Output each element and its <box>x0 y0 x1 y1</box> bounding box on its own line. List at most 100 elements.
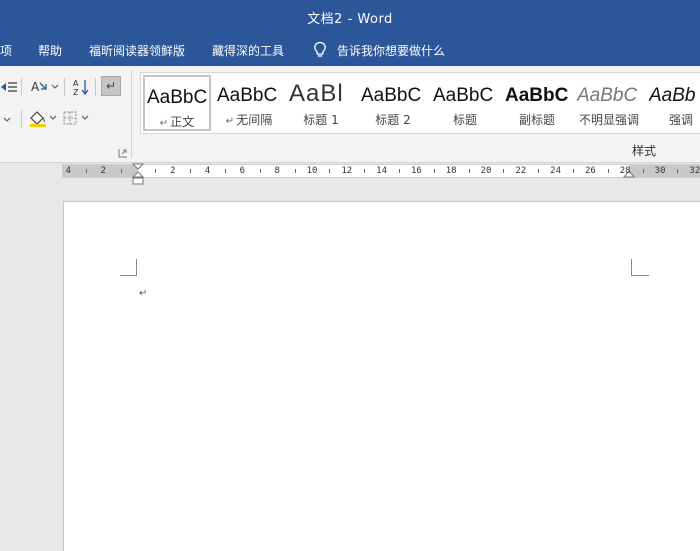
paragraph-mark[interactable]: ↵ <box>139 288 147 299</box>
crop-mark-top-right <box>631 259 649 276</box>
style-name: 标题 <box>452 113 477 127</box>
ruler-label: 4 <box>204 166 211 176</box>
tell-me-text: 告诉我你想要做什么 <box>337 43 446 58</box>
style-title[interactable]: AaBbC 标题 <box>431 75 499 131</box>
ruler-tick <box>468 169 470 173</box>
ruler-label: 18 <box>445 166 457 176</box>
style-name: 无间隔 <box>236 113 273 127</box>
style-emphasis[interactable]: AaBb 强调 <box>647 75 700 131</box>
tab-help[interactable]: 帮助 <box>38 42 62 59</box>
align-button[interactable] <box>0 108 14 130</box>
workspace-left <box>0 185 63 550</box>
line-spacing-icon <box>1 82 17 92</box>
ruler-area: 4 2 2 4 6 8 10 12 14 16 18 20 22 24 26 28 30 32 <box>0 163 700 185</box>
ruler-tick <box>364 169 366 173</box>
ruler-tick <box>120 169 122 173</box>
window-title: 文档2 - Word <box>307 12 393 27</box>
svg-text:A: A <box>31 80 40 94</box>
style-name: 标题 1 <box>303 113 339 127</box>
borders-button[interactable] <box>62 107 94 129</box>
tell-me-box[interactable]: 告诉我你想要做什么 <box>313 40 445 60</box>
ruler-tick <box>85 169 87 173</box>
style-preview: AaBl <box>289 80 344 106</box>
ruler-label: 24 <box>550 166 562 176</box>
ruler-label: 26 <box>584 166 596 176</box>
ruler-label: 16 <box>410 166 422 176</box>
style-heading-1[interactable]: AaBl 标题 1 <box>287 75 355 131</box>
styles-group-label: 样式 <box>632 144 657 158</box>
ruler-label: 22 <box>515 166 527 176</box>
style-preview: AaBbC <box>505 85 569 106</box>
ruler-tick <box>503 169 505 173</box>
style-preview: AaBb <box>649 85 696 106</box>
style-preview: AaBbC <box>577 85 638 106</box>
text-direction-icon: A <box>31 80 58 94</box>
borders-icon <box>63 111 89 125</box>
ruler-tick <box>294 169 296 173</box>
ruler-label: 30 <box>654 166 666 176</box>
style-preview: AaBbC <box>217 85 278 106</box>
show-paragraph-marks-button[interactable]: ↵ <box>101 76 121 96</box>
ruler-tick <box>329 169 331 173</box>
ruler-tick <box>155 169 157 173</box>
tab-foxit-reader[interactable]: 福昕阅读器领鲜版 <box>89 42 185 59</box>
ruler-tick <box>225 169 226 173</box>
style-preview: AaBbC <box>433 85 494 106</box>
ruler-label: 20 <box>480 166 492 176</box>
horizontal-ruler[interactable]: 4 2 2 4 6 8 10 12 14 16 18 20 22 24 26 28 30 32 <box>62 163 700 185</box>
ruler-tick <box>259 169 261 173</box>
ruler-label: 2 <box>170 166 176 176</box>
text-direction-button[interactable]: A <box>30 76 58 98</box>
ruler-tick <box>538 169 540 173</box>
tab-hidden-tools[interactable]: 藏得深的工具 <box>212 42 284 59</box>
style-name: 标题 2 <box>375 113 411 127</box>
style-subtle-emphasis[interactable]: AaBbC 不明显强调 <box>575 75 643 131</box>
indent-markers-icon[interactable] <box>132 163 144 187</box>
group-divider <box>131 70 132 158</box>
ruler-tick <box>399 169 400 173</box>
style-name: 正文 <box>170 115 195 129</box>
ruler-label: 14 <box>376 166 388 176</box>
ruler-tick <box>677 169 679 173</box>
ruler-tick <box>642 169 644 173</box>
style-name: 强调 <box>668 113 693 127</box>
sort-button[interactable]: A Z <box>72 76 90 98</box>
ruler-label: 28 <box>619 166 631 176</box>
style-no-spacing[interactable]: AaBbC ↵ 无间隔 <box>215 75 283 131</box>
sort-az-icon: A Z <box>73 79 89 96</box>
ruler-tick <box>607 169 609 173</box>
ribbon: A A Z ↵ AaBbC ↵ 正文 AaBbC ↵ 无间隔 AaBl 标题 1… <box>0 66 700 163</box>
ruler-label: 2 <box>100 166 106 176</box>
ribbon-tabs: 项 帮助 福昕阅读器领鲜版 藏得深的工具 告诉我你想要做什么 <box>0 34 700 66</box>
ruler-label: 4 <box>65 166 72 176</box>
paragraph-dialog-launcher-icon[interactable] <box>118 148 128 158</box>
lightbulb-icon <box>314 41 326 57</box>
style-normal[interactable]: AaBbC ↵ 正文 <box>143 75 211 131</box>
chevron-down-icon <box>3 117 11 122</box>
ruler-tick <box>190 169 192 173</box>
style-preview: AaBbC <box>147 87 208 108</box>
line-spacing-button[interactable] <box>0 76 18 98</box>
style-name: 不明显强调 <box>578 113 639 127</box>
paragraph-mark-icon: ↵ <box>105 79 117 93</box>
style-heading-2[interactable]: AaBbC 标题 2 <box>359 75 427 131</box>
ruler-tick <box>433 169 435 173</box>
crop-mark-top-left <box>120 259 137 276</box>
ruler-label: 10 <box>306 166 318 176</box>
style-name: 副标题 <box>518 113 555 127</box>
ruler-label: 12 <box>341 166 353 176</box>
shading-button[interactable] <box>28 107 60 129</box>
ruler-label: 6 <box>239 166 246 176</box>
document-page[interactable]: ↵ <box>63 201 700 551</box>
style-preview: AaBbC <box>361 85 422 106</box>
ruler-tick <box>573 169 574 173</box>
tab-options[interactable]: 项 <box>0 42 12 59</box>
paint-bucket-icon <box>30 111 57 127</box>
svg-text:Z: Z <box>73 88 79 96</box>
title-bar: 文档2 - Word <box>0 0 700 34</box>
svg-text:A: A <box>73 79 79 88</box>
style-subtitle[interactable]: AaBbC 副标题 <box>503 75 571 131</box>
ruler-label: 8 <box>274 166 280 176</box>
styles-gallery: AaBbC ↵ 正文 AaBbC ↵ 无间隔 AaBl 标题 1 AaBbC 标题 … <box>140 72 700 134</box>
ruler-label: 32 <box>689 166 700 176</box>
